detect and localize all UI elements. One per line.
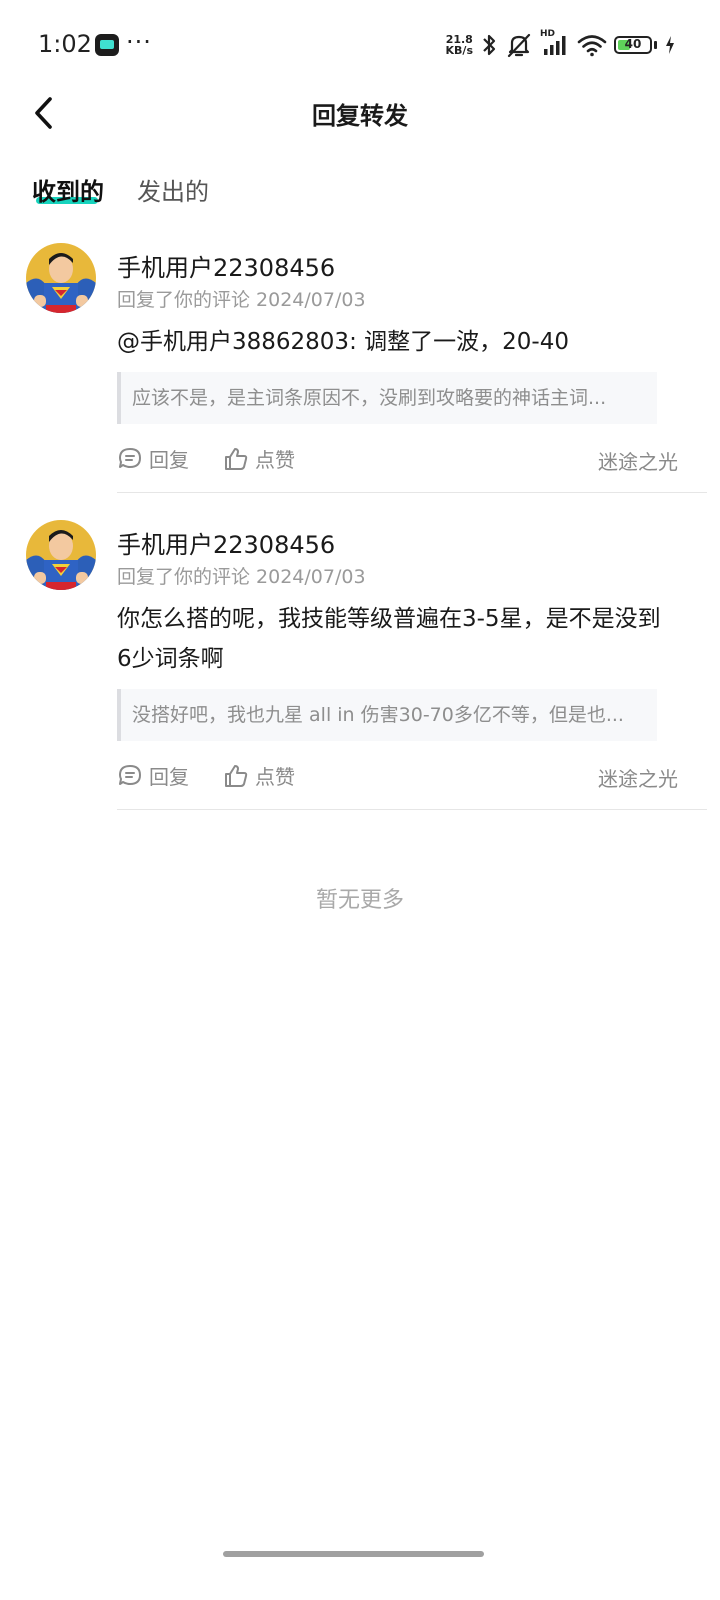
- tab-received[interactable]: 收到的: [32, 172, 104, 207]
- like-label: 点赞: [255, 765, 295, 789]
- username[interactable]: 手机用户22308456: [117, 248, 335, 283]
- divider: [117, 809, 707, 810]
- more-notifications-icon: ···: [126, 28, 152, 56]
- like-button[interactable]: 点赞: [223, 444, 295, 473]
- source-tag[interactable]: 迷途之光: [598, 763, 678, 792]
- divider: [117, 492, 707, 493]
- mute-bell-icon: [507, 33, 531, 58]
- home-indicator[interactable]: [223, 1551, 484, 1557]
- reply-button[interactable]: 回复: [117, 444, 189, 473]
- reply-meta: 回复了你的评论 2024/07/03: [117, 566, 366, 588]
- status-time: 1:02: [38, 30, 92, 58]
- battery-indicator: 40: [614, 36, 652, 54]
- network-speed: 21.8 KB/s: [446, 34, 473, 56]
- battery-level: 40: [624, 37, 642, 51]
- no-more-text: 暂无更多: [315, 888, 404, 913]
- tab-sent[interactable]: 发出的: [137, 172, 209, 207]
- status-icons: 21.8 KB/s HD 40: [446, 29, 676, 60]
- status-bar: 1:02 ··· 21.8 KB/s HD 40: [0, 0, 720, 90]
- signal-strength: HD: [540, 29, 570, 57]
- page-title: 回复转发: [312, 102, 408, 130]
- quoted-comment[interactable]: 没搭好吧，我也九星 all in 伤害30-70多亿不等，但是也...: [117, 689, 657, 741]
- like-label: 点赞: [255, 448, 295, 472]
- comment-icon: [119, 447, 141, 468]
- username[interactable]: 手机用户22308456: [117, 525, 335, 560]
- reply-content[interactable]: 你怎么搭的呢，我技能等级普遍在3-5星，是不是没到6少词条啊: [117, 599, 672, 679]
- reply-label: 回复: [149, 448, 189, 472]
- like-button[interactable]: 点赞: [223, 761, 295, 790]
- avatar[interactable]: [26, 520, 96, 590]
- reply-meta: 回复了你的评论 2024/07/03: [117, 289, 366, 311]
- bluetooth-icon: [483, 34, 496, 56]
- reply-label: 回复: [149, 765, 189, 789]
- reply-button[interactable]: 回复: [117, 761, 189, 790]
- charging-icon: [666, 36, 674, 54]
- thumbs-up-icon: [225, 764, 248, 787]
- reply-content[interactable]: @手机用户38862803: 调整了一波，20-40: [117, 322, 677, 362]
- avatar[interactable]: [26, 243, 96, 313]
- battery-cap: [654, 41, 657, 49]
- quoted-comment[interactable]: 应该不是，是主词条原因不，没刷到攻略要的神话主词...: [117, 372, 657, 424]
- source-tag[interactable]: 迷途之光: [598, 446, 678, 475]
- comment-icon: [119, 764, 141, 785]
- signal-icon: [544, 36, 566, 55]
- wifi-icon: [577, 35, 607, 57]
- tv-app-icon: [95, 34, 119, 56]
- network-speed-unit: KB/s: [445, 44, 473, 57]
- thumbs-up-icon: [225, 447, 248, 470]
